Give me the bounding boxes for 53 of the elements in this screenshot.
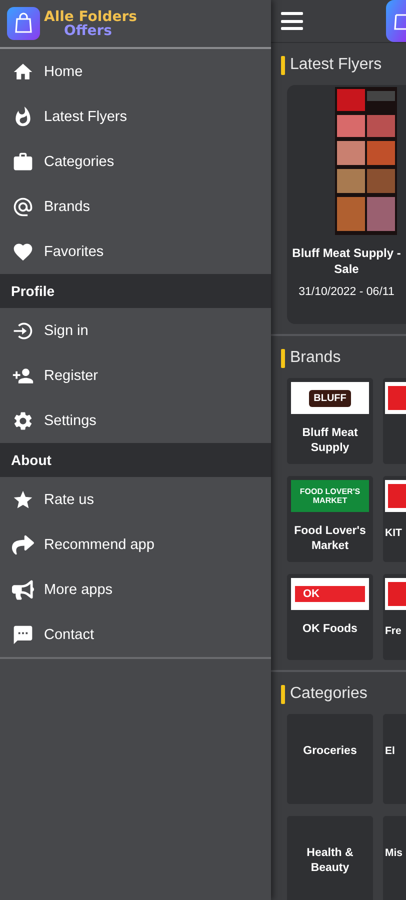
app-logo-icon: [386, 0, 406, 42]
menu-button[interactable]: [281, 12, 303, 30]
megaphone-icon: [12, 578, 34, 600]
section-title: Brands: [290, 349, 341, 367]
category-name: Groceries: [303, 744, 357, 759]
menu-item[interactable]: Categories: [0, 139, 271, 184]
briefcase-icon: [12, 150, 34, 172]
menu-item[interactable]: Home: [0, 49, 271, 94]
section-header: Profile: [0, 274, 271, 308]
menu-item[interactable]: Register: [0, 353, 271, 398]
brand-card[interactable]: FOOD LOVER'S MARKET Food Lover's Market: [287, 476, 373, 562]
category-name: Mis: [385, 846, 403, 861]
brand-logo: OK: [291, 578, 369, 610]
menu-item[interactable]: Recommend app: [0, 522, 271, 567]
settings-icon: [12, 410, 34, 432]
category-card[interactable]: Groceries: [287, 714, 373, 804]
app-logo-icon: [7, 7, 40, 40]
brand-card[interactable]: OK OK Foods: [287, 574, 373, 660]
section-title: Categories: [290, 685, 368, 703]
brand-logo: BLUFF: [291, 382, 369, 414]
menu-item[interactable]: More apps: [0, 567, 271, 612]
category-name: El: [385, 744, 395, 759]
app-name: Alle Folders: [44, 10, 137, 24]
flyer-dates: 31/10/2022 - 06/11: [298, 286, 396, 298]
category-name: Health & Beauty: [306, 846, 354, 876]
at-sign-icon: [12, 196, 34, 218]
chat-icon: [12, 624, 34, 646]
brand-card[interactable]: KIT: [383, 476, 406, 562]
brand-name: Bluff Meat Supply: [301, 426, 359, 456]
menu-item[interactable]: Settings: [0, 398, 271, 443]
flyer-card[interactable]: Bluff Meat Supply - Sale 31/10/2022 - 06/11: [287, 85, 406, 324]
category-card[interactable]: El: [383, 714, 406, 804]
brand-card[interactable]: Fre: [383, 574, 406, 660]
menu-item[interactable]: Brands: [0, 184, 271, 229]
brand-card[interactable]: BLUFF Bluff Meat Supply: [287, 378, 373, 464]
menu-item[interactable]: Sign in: [0, 308, 271, 353]
menu-item[interactable]: Rate us: [0, 477, 271, 522]
brand-name: KIT: [385, 526, 402, 541]
app-subtitle: Offers: [63, 24, 113, 38]
category-card[interactable]: Health & Beauty: [287, 816, 373, 900]
menu-item[interactable]: Favorites: [0, 229, 271, 274]
flyer-title: Bluff Meat Supply - Sale: [291, 245, 402, 277]
share-arrow-icon: [12, 534, 34, 556]
brand-logo: FOOD LOVER'S MARKET: [291, 480, 369, 512]
brand-name: Fre: [385, 624, 402, 639]
category-card[interactable]: Mis: [383, 816, 406, 900]
section-title: Latest Flyers: [290, 56, 382, 74]
star-icon: [12, 488, 34, 510]
section-header: About: [0, 443, 271, 477]
menu-item[interactable]: Contact: [0, 612, 271, 657]
brand-name: OK Foods: [302, 622, 358, 637]
menu-item[interactable]: Latest Flyers: [0, 94, 271, 139]
brand-name: Food Lover's Market: [293, 524, 367, 554]
